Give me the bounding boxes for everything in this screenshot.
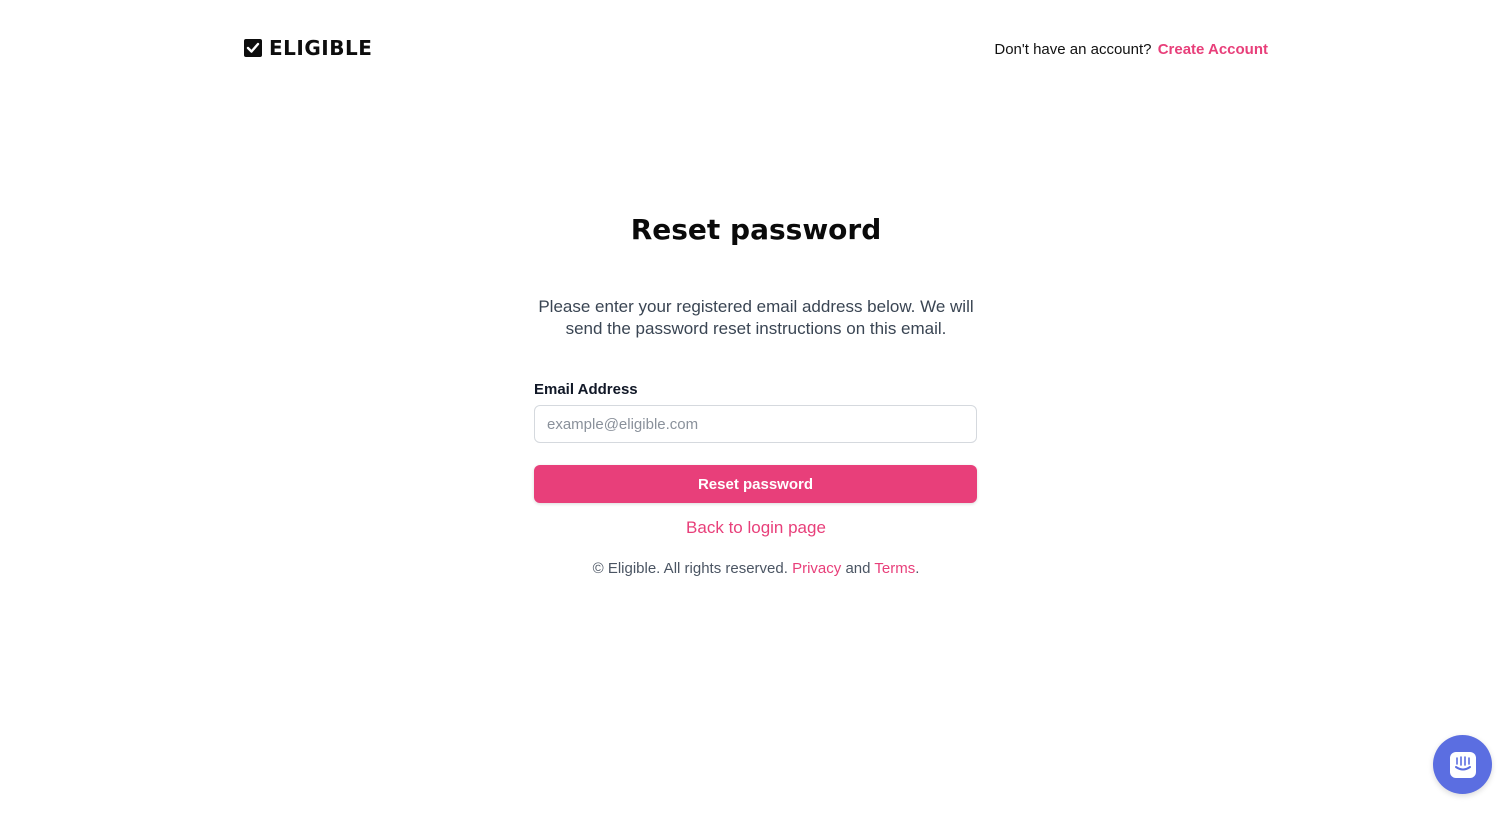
and-text: and <box>845 560 871 577</box>
brand-logo[interactable]: ELIGIBLE <box>244 36 372 60</box>
footer: © Eligible. All rights reserved. Privacy… <box>0 559 1512 579</box>
checkbox-icon <box>244 39 262 57</box>
reset-password-button[interactable]: Reset password <box>534 465 977 503</box>
create-account-link[interactable]: Create Account <box>1158 41 1268 58</box>
chat-icon <box>1449 751 1476 778</box>
signup-prompt: Don't have an account? Create Account <box>994 40 1268 60</box>
terms-link[interactable]: Terms <box>874 560 915 577</box>
chat-widget-button[interactable] <box>1433 735 1492 794</box>
privacy-link[interactable]: Privacy <box>792 560 841 577</box>
page-title: Reset password <box>630 213 882 246</box>
footer-period: . <box>915 560 920 577</box>
email-label: Email Address <box>534 381 638 398</box>
back-link-row: Back to login page <box>0 517 1512 539</box>
copyright-text: © Eligible. All rights reserved. <box>592 560 788 577</box>
back-to-login-link[interactable]: Back to login page <box>686 518 826 537</box>
reset-password-page: ELIGIBLE Don't have an account? Create A… <box>0 0 1512 814</box>
brand-name: ELIGIBLE <box>269 36 373 60</box>
instructions-text: Please enter your registered email addre… <box>538 297 974 338</box>
signup-prompt-text: Don't have an account? <box>994 41 1152 58</box>
email-field[interactable] <box>534 405 977 443</box>
